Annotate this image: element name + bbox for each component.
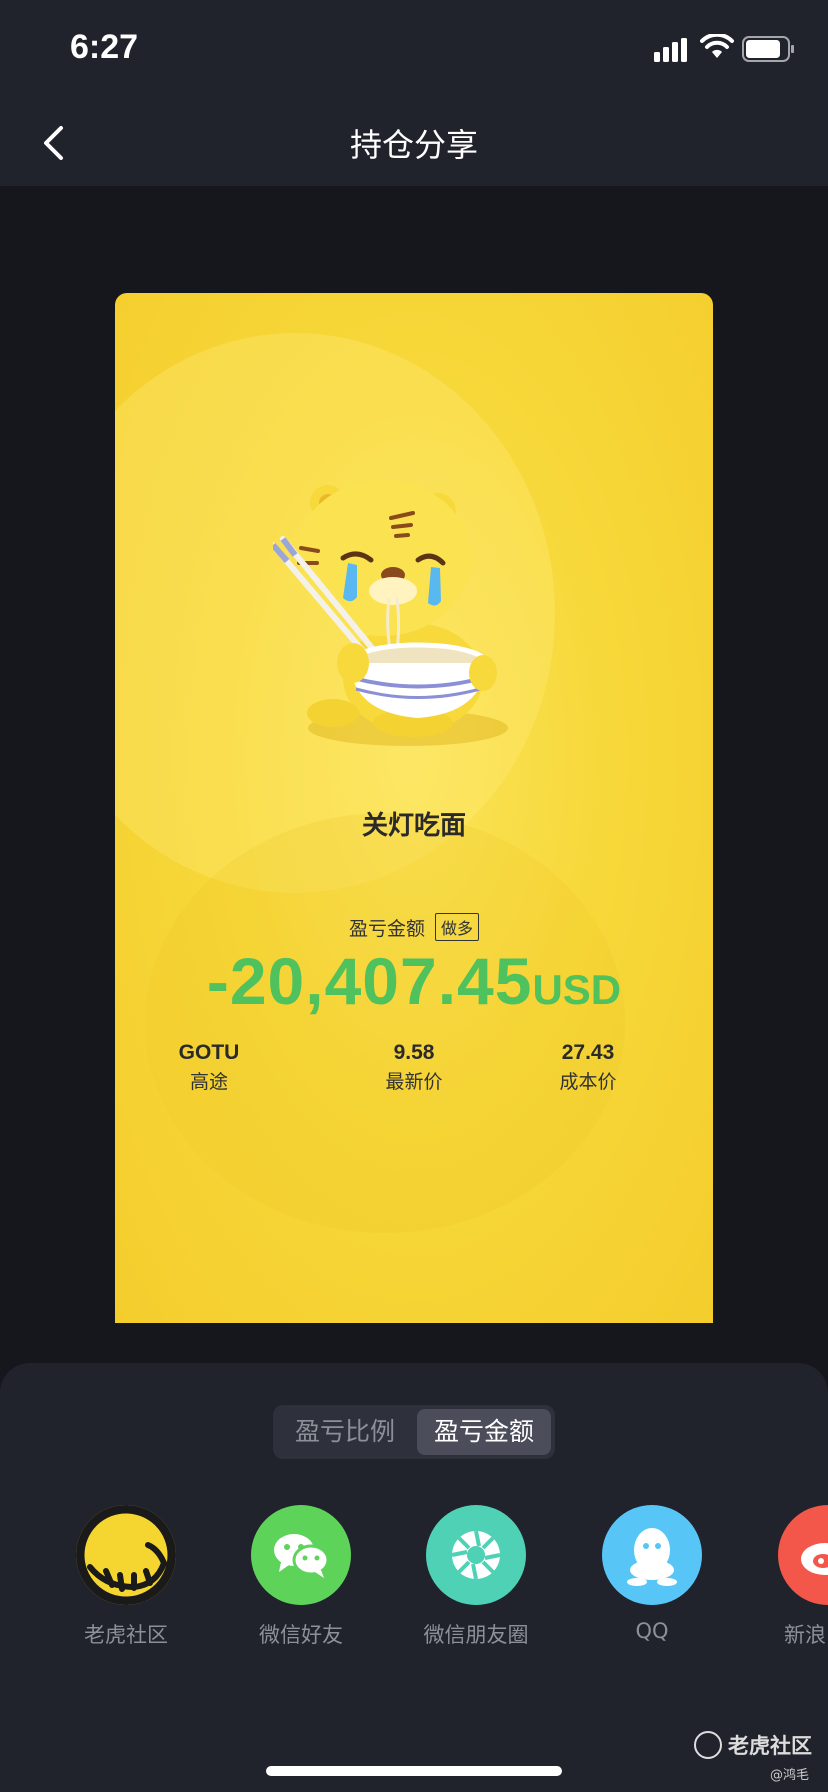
home-indicator[interactable] [266, 1766, 562, 1776]
qq-icon [602, 1505, 702, 1605]
weibo-icon [778, 1505, 828, 1605]
watermark-text: 老虎社区 [728, 1734, 812, 1758]
stat-label: 最新价 [385, 1071, 443, 1093]
card-decoration [145, 813, 625, 1233]
toggle-pl-ratio[interactable]: 盈亏比例 [277, 1409, 413, 1455]
stat-value: 9.58 [393, 1041, 435, 1064]
battery-icon [742, 36, 794, 62]
status-time: 6:27 [70, 28, 139, 66]
wechat-moments-icon [426, 1505, 526, 1605]
share-qq[interactable]: QQ [582, 1505, 722, 1643]
share-label: QQ [635, 1619, 669, 1643]
share-wechat-moments[interactable]: 微信朋友圈 [406, 1505, 546, 1649]
stat-label: 高途 [189, 1071, 228, 1093]
status-bar: 6:27 [0, 0, 828, 100]
pl-amount: -20,407.45USD [115, 943, 713, 1019]
share-label: 老虎社区 [84, 1623, 168, 1647]
watermark-user: @鸿毛 [770, 1768, 810, 1783]
wechat-icon [251, 1505, 351, 1605]
stat-value: 27.43 [561, 1041, 615, 1064]
tiger-community-icon [76, 1505, 176, 1605]
page-title: 持仓分享 [349, 126, 478, 164]
share-label: 微信好友 [259, 1623, 343, 1647]
pl-currency: USD [532, 966, 622, 1013]
toggle-pl-amount[interactable]: 盈亏金额 [417, 1409, 551, 1455]
stat-cost-price: 27.43 成本价 [508, 1041, 668, 1094]
direction-badge: 做多 [435, 913, 480, 941]
nav-bar: 持仓分享 [0, 100, 828, 186]
share-label: 新浪 [784, 1623, 826, 1647]
stat-label: 成本价 [559, 1071, 617, 1093]
tiger-logo-icon [694, 1731, 722, 1759]
position-share-card: 关灯吃面 盈亏金额 做多 -20,407.45USD GOTU 高途 9.58 … [115, 293, 713, 1323]
mood-title: 关灯吃面 [361, 811, 466, 841]
stat-value: GOTU [178, 1041, 240, 1064]
share-wechat[interactable]: 微信好友 [231, 1505, 371, 1649]
pl-label-row: 盈亏金额 做多 [115, 913, 713, 941]
crying-tiger-mascot-image [273, 480, 508, 746]
share-tiger-community[interactable]: 老虎社区 [56, 1505, 196, 1649]
share-sheet: 盈亏比例 盈亏金额 老虎社区 微信好友 微信朋友圈 QQ 新浪 [0, 1363, 828, 1792]
stat-ticker: GOTU 高途 [129, 1041, 289, 1094]
cellular-signal-icon [654, 38, 687, 62]
pl-value: -20,407.45 [206, 944, 533, 1018]
pl-label: 盈亏金额 [348, 917, 425, 940]
stat-latest-price: 9.58 最新价 [334, 1041, 494, 1094]
watermark: 老虎社区 [694, 1730, 812, 1760]
share-label: 微信朋友圈 [423, 1623, 529, 1647]
share-weibo[interactable]: 新浪 [758, 1505, 828, 1649]
display-mode-toggle: 盈亏比例 盈亏金额 [273, 1405, 555, 1459]
wifi-icon [700, 34, 734, 58]
